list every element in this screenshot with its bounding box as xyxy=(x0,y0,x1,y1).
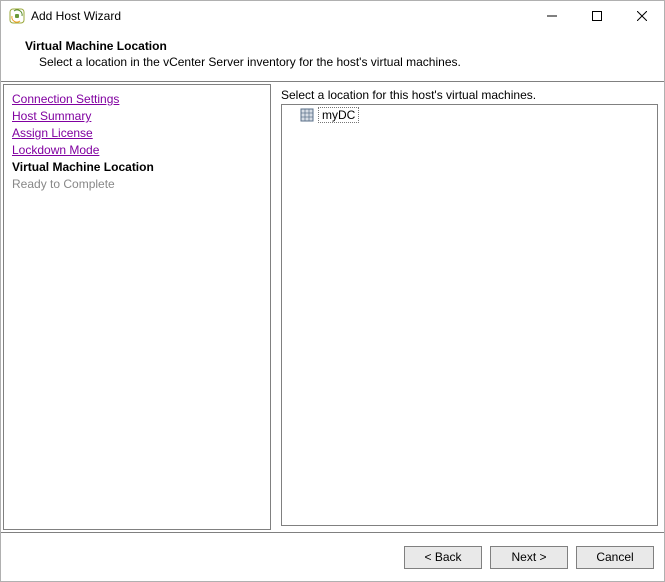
main-instruction: Select a location for this host's virtua… xyxy=(281,88,658,102)
cancel-button[interactable]: Cancel xyxy=(576,546,654,569)
window-controls xyxy=(529,1,664,31)
step-title: Virtual Machine Location xyxy=(25,39,640,53)
minimize-button[interactable] xyxy=(529,1,574,31)
vsphere-icon xyxy=(9,8,25,24)
step-description: Select a location in the vCenter Server … xyxy=(25,55,640,69)
sidebar-step-lockdown-mode[interactable]: Lockdown Mode xyxy=(12,142,262,159)
wizard-header: Virtual Machine Location Select a locati… xyxy=(1,31,664,81)
next-button[interactable]: Next > xyxy=(490,546,568,569)
sidebar-step-host-summary[interactable]: Host Summary xyxy=(12,108,262,125)
sidebar-step-assign-license[interactable]: Assign License xyxy=(12,125,262,142)
window-title: Add Host Wizard xyxy=(31,9,529,23)
tree-item-label: myDC xyxy=(318,107,359,123)
wizard-body: Connection Settings Host Summary Assign … xyxy=(1,81,664,533)
sidebar-step-vm-location: Virtual Machine Location xyxy=(12,159,262,176)
add-host-wizard-window: Add Host Wizard Virtual Machine Location… xyxy=(0,0,665,582)
wizard-footer: < Back Next > Cancel xyxy=(1,533,664,581)
wizard-steps-sidebar: Connection Settings Host Summary Assign … xyxy=(3,84,271,530)
datacenter-icon xyxy=(299,107,315,123)
titlebar: Add Host Wizard xyxy=(1,1,664,31)
sidebar-step-connection-settings[interactable]: Connection Settings xyxy=(12,91,262,108)
sidebar-step-ready-to-complete: Ready to Complete xyxy=(12,176,262,193)
tree-item-datacenter[interactable]: myDC xyxy=(283,106,656,123)
close-button[interactable] xyxy=(619,1,664,31)
back-button[interactable]: < Back xyxy=(404,546,482,569)
location-tree[interactable]: myDC xyxy=(281,104,658,526)
wizard-main-panel: Select a location for this host's virtua… xyxy=(271,82,664,532)
maximize-button[interactable] xyxy=(574,1,619,31)
